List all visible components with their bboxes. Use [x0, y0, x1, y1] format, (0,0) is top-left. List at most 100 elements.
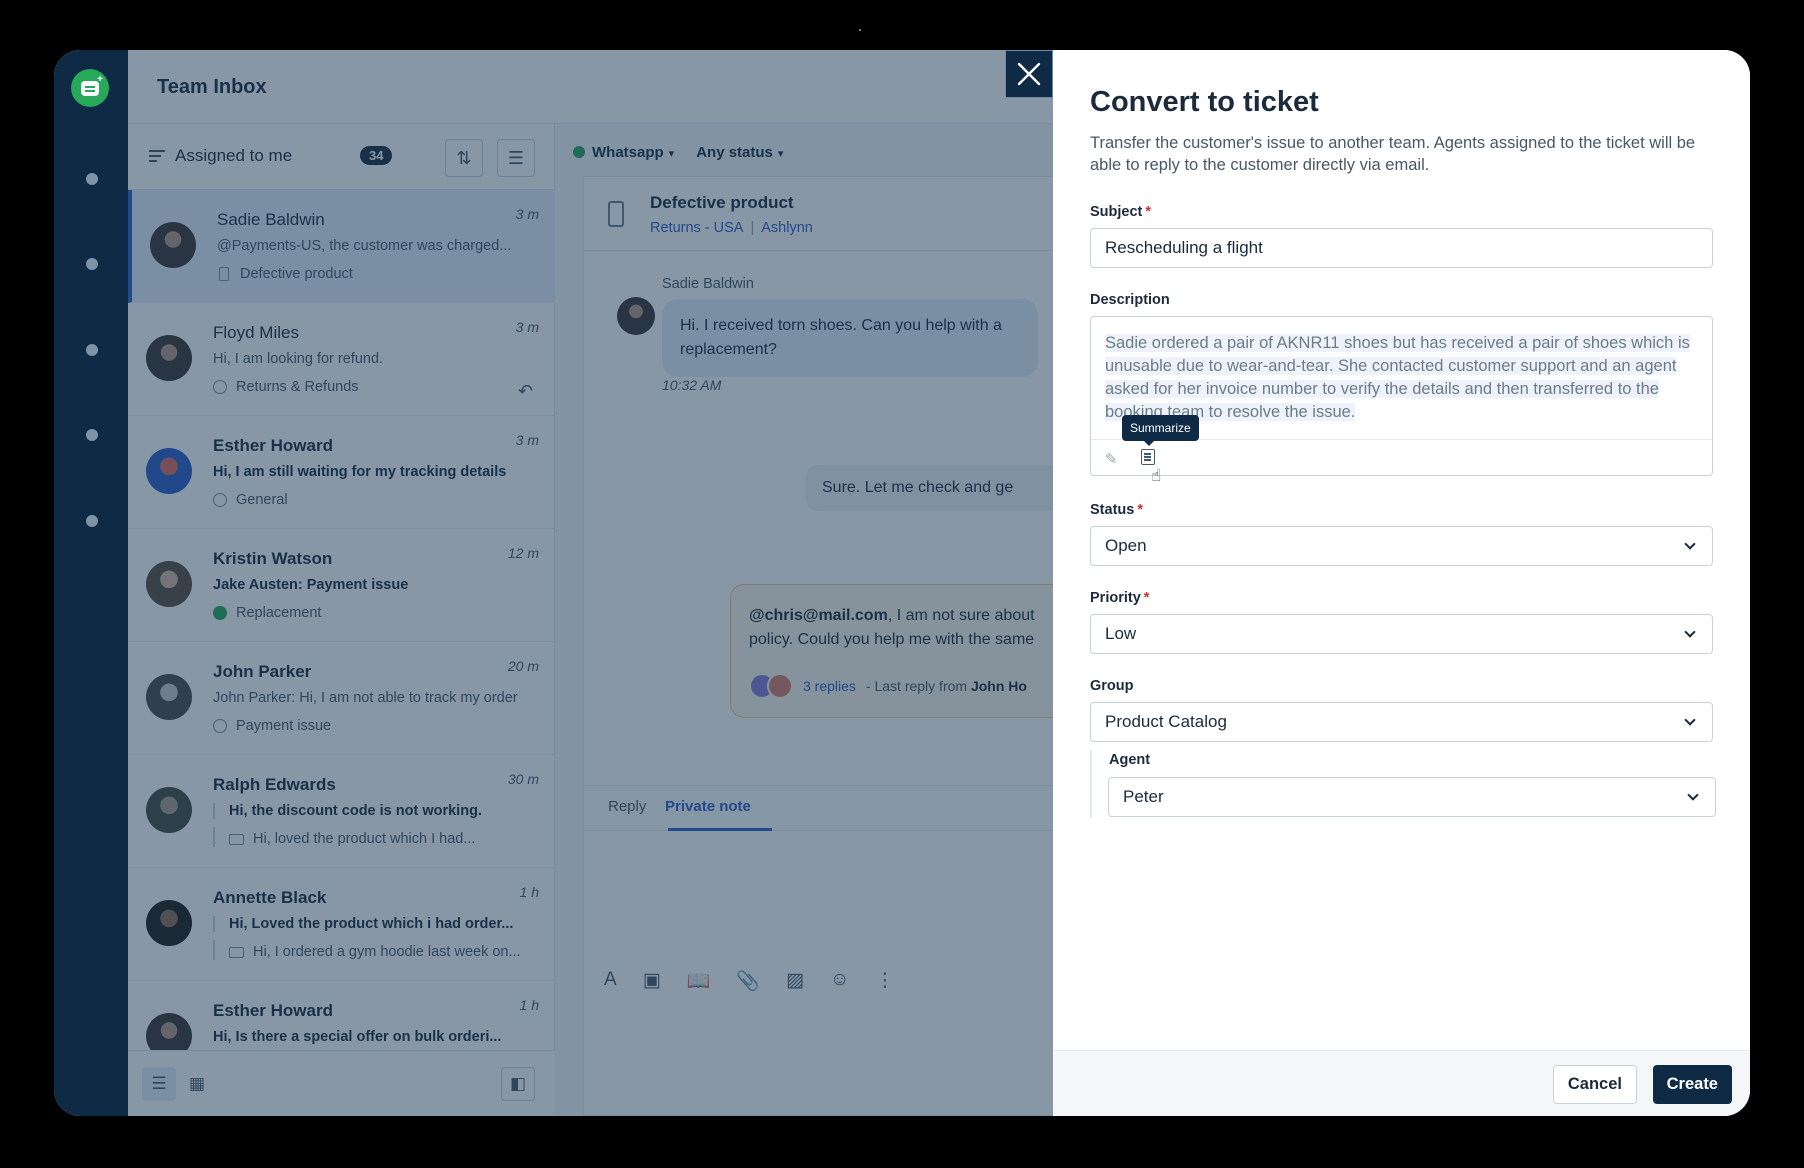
drawer-footer: Cancel Create: [1053, 1050, 1750, 1116]
cancel-button[interactable]: Cancel: [1552, 1065, 1637, 1104]
whatsapp-icon: [573, 146, 585, 158]
list-icon: ☰: [151, 1074, 167, 1093]
contact-name: Floyd Miles: [213, 323, 299, 342]
replies-link[interactable]: 3 replies: [803, 678, 856, 694]
nav-item-4[interactable]: [86, 429, 98, 441]
tab-reply[interactable]: Reply: [608, 798, 646, 815]
nav-item-1[interactable]: [86, 173, 98, 185]
collapse-panel-button[interactable]: ◧: [501, 1067, 535, 1101]
nav-item-2[interactable]: [86, 258, 98, 270]
status-select[interactable]: Open: [1090, 526, 1713, 566]
canned-response-icon[interactable]: ▣: [643, 969, 661, 993]
view-menu-icon[interactable]: [149, 150, 165, 162]
phone-icon: [608, 201, 624, 227]
pointer-cursor-icon: ☝: [1151, 466, 1162, 485]
filter-button[interactable]: ☰: [497, 139, 535, 177]
contact-name: Kristin Watson: [213, 549, 333, 568]
priority-select[interactable]: Low: [1090, 614, 1713, 654]
description-text: Sadie ordered a pair of AKNR11 shoes but…: [1105, 334, 1690, 421]
agent-label: Agent: [1109, 752, 1151, 768]
description-toolbar: ✎ ☝: [1091, 439, 1712, 485]
avatar: [146, 900, 192, 946]
conversation-time: 20 m: [507, 658, 539, 674]
list-header: Assigned to me 34 ⇅ ☰: [128, 124, 554, 190]
create-button[interactable]: Create: [1652, 1065, 1732, 1104]
more-options-icon[interactable]: ⋮: [875, 969, 894, 993]
conversation-item[interactable]: John Parker 20 m John Parker: Hi, I am n…: [128, 642, 555, 755]
emoji-icon[interactable]: ☺: [830, 969, 849, 993]
conversation-time: 3 m: [515, 319, 539, 335]
contact-name: Sadie Baldwin: [217, 210, 325, 229]
camera-dot: [859, 29, 861, 31]
app-window: + Team Inbox Assigned to me 34 ⇅ ☰ Sadie…: [54, 50, 1750, 1116]
table-view-button[interactable]: ▦: [180, 1067, 214, 1101]
assigned-count-badge: 34: [360, 146, 393, 165]
description-textarea[interactable]: Sadie ordered a pair of AKNR11 shoes but…: [1090, 316, 1713, 485]
priority-label: Priority *: [1090, 590, 1150, 606]
status-filter[interactable]: Any status ▾: [696, 144, 783, 161]
conversation-time: 12 m: [507, 545, 539, 561]
conversation-tag: Hi, I ordered a gym hoodie last week on.…: [213, 940, 521, 960]
channel-filter[interactable]: Whatsapp ▾: [573, 144, 674, 161]
last-reply-info: - Last reply from John Ho: [865, 678, 1027, 694]
conversation-preview: @Payments-US, the customer was charged..…: [217, 238, 512, 254]
conversation-item[interactable]: Esther Howard 3 m Hi, I am still waiting…: [128, 416, 555, 529]
conversation-preview: Jake Austen: Payment issue: [213, 577, 409, 593]
tab-private-note[interactable]: Private note: [665, 798, 751, 815]
summarize-tooltip: Summarize: [1122, 415, 1199, 446]
agent-select[interactable]: Peter: [1108, 777, 1716, 817]
conversation-preview: Hi, I am looking for refund.: [213, 351, 384, 367]
subject-label: Subject *: [1090, 204, 1152, 220]
conversation-item[interactable]: Sadie Baldwin 3 m @Payments-US, the cust…: [128, 190, 555, 303]
summarize-button[interactable]: [1141, 449, 1155, 465]
conversation-item[interactable]: Ralph Edwards 30 m Hi, the discount code…: [128, 755, 555, 868]
contact-name: John Parker: [213, 662, 312, 681]
app-logo-icon[interactable]: +: [71, 69, 109, 107]
conversation-preview: Hi, the discount code is not working.: [213, 803, 528, 819]
conversation-time: 3 m: [515, 432, 539, 448]
nav-item-3[interactable]: [86, 344, 98, 356]
drawer-title: Convert to ticket: [1090, 86, 1319, 118]
attachment-icon[interactable]: 📎: [736, 969, 760, 993]
sort-button[interactable]: ⇅: [445, 139, 483, 177]
group-select[interactable]: Product Catalog: [1090, 702, 1713, 742]
image-icon[interactable]: ▨: [786, 969, 804, 993]
group-label: Group: [1090, 678, 1134, 694]
assigned-filter[interactable]: Assigned to me: [175, 146, 292, 166]
close-icon: [1017, 62, 1041, 86]
conversation-item[interactable]: Kristin Watson 12 m Jake Austen: Payment…: [128, 529, 555, 642]
nav-rail: +: [54, 50, 128, 1116]
chevron-down-icon: [1684, 713, 1696, 726]
avatar: [146, 787, 192, 833]
conversation-preview: John Parker: Hi, I am not able to track …: [213, 690, 518, 706]
text-format-icon[interactable]: A: [604, 969, 617, 993]
list-view-button[interactable]: ☰: [142, 1067, 176, 1101]
whatsapp-icon: [213, 606, 227, 620]
subject-input[interactable]: Rescheduling a flight: [1090, 228, 1713, 268]
note-text: @chris@mail.com, I am not sure about: [749, 607, 1035, 624]
list-footer: ☰ ▦ ◧: [128, 1050, 555, 1116]
message-time: 10:32 AM: [662, 377, 722, 393]
conversation-item[interactable]: Annette Black 1 h Hi, Loved the product …: [128, 868, 555, 981]
conversation-item[interactable]: Esther Howard 1 h Hi, Is there a special…: [128, 981, 555, 1051]
conversation-tag: General: [213, 492, 288, 508]
conversation-time: 1 h: [519, 884, 539, 900]
conversation-meta: Returns - USA | Ashlynn: [650, 220, 813, 236]
assignee-link[interactable]: Ashlynn: [761, 220, 813, 236]
conversation-item[interactable]: Floyd Miles 3 m Hi, I am looking for ref…: [128, 303, 555, 416]
knowledge-base-icon[interactable]: 📖: [687, 969, 711, 993]
close-drawer-button[interactable]: [1005, 50, 1053, 98]
private-note-card[interactable]: @chris@mail.com, I am not sure about pol…: [730, 584, 1070, 718]
chevron-down-icon: ▾: [777, 148, 784, 160]
page-title: Team Inbox: [157, 76, 267, 98]
conversation-tag: Returns & Refunds: [213, 379, 359, 395]
sort-icon: ⇅: [456, 147, 472, 168]
group-link[interactable]: Returns - USA: [650, 220, 743, 236]
filter-sliders-icon: ☰: [507, 147, 525, 168]
conversation-list-pane: Assigned to me 34 ⇅ ☰ Sadie Baldwin 3 m …: [128, 124, 555, 1116]
incoming-message: Hi. I received torn shoes. Can you help …: [662, 299, 1038, 377]
pencil-icon[interactable]: ✎: [1105, 450, 1118, 468]
conversation-time: 30 m: [507, 771, 539, 787]
chat-filters: Whatsapp ▾ Any status ▾: [573, 144, 783, 161]
nav-item-5[interactable]: [86, 515, 98, 527]
